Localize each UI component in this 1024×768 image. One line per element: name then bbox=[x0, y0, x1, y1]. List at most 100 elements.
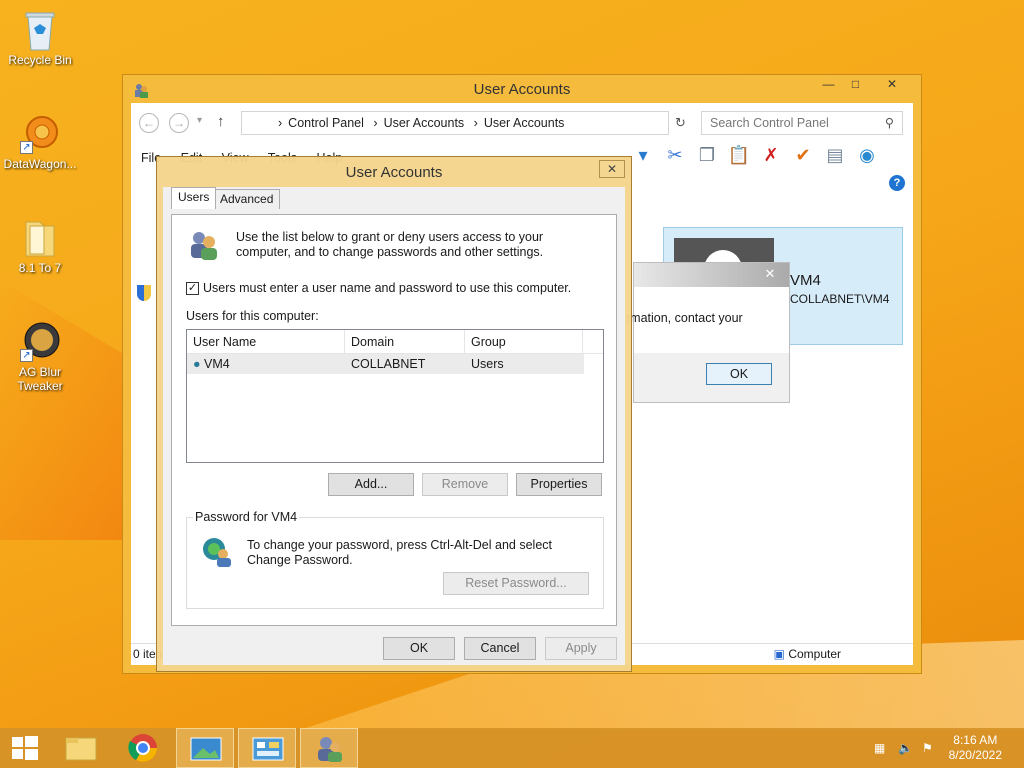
password-group: Password for VM4 To change your password… bbox=[186, 510, 604, 609]
list-header: User Name Domain Group bbox=[187, 330, 603, 354]
up-button[interactable]: ↑ bbox=[217, 113, 225, 130]
cell-group: Users bbox=[471, 357, 504, 371]
tab-advanced[interactable]: Advanced bbox=[213, 189, 281, 209]
remove-button[interactable]: Remove bbox=[422, 473, 508, 496]
shield-icon bbox=[137, 285, 151, 301]
help-icon[interactable]: ? bbox=[889, 175, 905, 191]
user-card-domain: COLLABNET\VM4 bbox=[790, 292, 890, 306]
properties-button[interactable]: Properties bbox=[516, 473, 602, 496]
user-icon: ● bbox=[193, 357, 201, 371]
volume-icon[interactable]: 🔈 bbox=[898, 741, 914, 755]
apply-button[interactable]: Apply bbox=[545, 637, 617, 660]
desktop-icon-label: DataWagon... bbox=[3, 157, 77, 171]
action-center-flag-icon[interactable]: ⚑ bbox=[922, 741, 938, 755]
column-header-user-name[interactable]: User Name bbox=[187, 330, 345, 353]
address-bar[interactable]: › Control Panel › User Accounts › User Acco… bbox=[241, 111, 669, 135]
checkbox-label: Users must enter a user name and passwor… bbox=[203, 281, 572, 295]
user-card-name: VM4 bbox=[790, 272, 821, 289]
shortcut-arrow-icon: ↗ bbox=[20, 141, 33, 154]
taskbar-file-explorer[interactable] bbox=[52, 728, 110, 768]
start-button[interactable] bbox=[0, 728, 58, 768]
paste-icon[interactable]: 📋 bbox=[727, 143, 751, 167]
dialog-titlebar[interactable]: User Accounts ✕ bbox=[157, 157, 631, 187]
taskbar-photos[interactable] bbox=[176, 728, 234, 768]
breadcrumb-user-accounts[interactable]: User Accounts bbox=[384, 116, 465, 130]
photos-icon bbox=[190, 737, 222, 761]
add-button[interactable]: Add... bbox=[328, 473, 414, 496]
dialog-content: Users Advanced Use the list below to gra… bbox=[163, 187, 625, 665]
desktop-icon-label: Recycle Bin bbox=[8, 53, 72, 67]
column-header-group[interactable]: Group bbox=[465, 330, 583, 353]
message-text: rmation, contact your bbox=[626, 311, 743, 325]
globe-icon[interactable]: ◉ bbox=[855, 143, 879, 167]
close-button[interactable]: ✕ bbox=[599, 160, 625, 178]
ok-button[interactable]: OK bbox=[706, 363, 772, 385]
address-separator-icon: › bbox=[373, 116, 378, 130]
desktop-icon-ag-blur-tweaker[interactable]: ↗ AG Blur Tweaker bbox=[0, 320, 80, 393]
require-password-checkbox[interactable]: ✓ Users must enter a user name and passw… bbox=[186, 281, 571, 295]
taskbar-control-panel[interactable] bbox=[238, 728, 296, 768]
folder-icon bbox=[20, 216, 60, 258]
search-icon: ⚲ bbox=[884, 116, 894, 130]
datawagon-icon: ↗ bbox=[20, 112, 60, 154]
breadcrumb-user-accounts-current[interactable]: User Accounts bbox=[484, 116, 565, 130]
refresh-icon[interactable]: ↻ bbox=[675, 115, 686, 131]
ok-button[interactable]: OK bbox=[383, 637, 455, 660]
taskbar-clock[interactable]: 8:16 AM 8/20/2022 bbox=[949, 733, 1002, 763]
desktop-icon-label: 8.1 To 7 bbox=[18, 261, 62, 275]
clock-time: 8:16 AM bbox=[953, 733, 998, 747]
users-list-label: Users for this computer: bbox=[186, 309, 319, 323]
ag-blur-tweaker-icon: ↗ bbox=[20, 320, 60, 362]
desktop-icon-recycle-bin[interactable]: Recycle Bin bbox=[0, 8, 80, 67]
file-explorer-icon bbox=[65, 737, 97, 761]
back-button[interactable]: ← bbox=[139, 113, 159, 133]
breadcrumb-control-panel[interactable]: Control Panel bbox=[288, 116, 364, 130]
password-group-title: Password for VM4 bbox=[193, 510, 300, 524]
user-name-text: VM4 bbox=[204, 357, 230, 371]
clock-date: 8/20/2022 bbox=[948, 748, 1002, 762]
close-button[interactable]: ✕ bbox=[757, 265, 783, 283]
recent-pages-dropdown[interactable]: ▾ bbox=[197, 115, 202, 126]
intro-text: Use the list below to grant or deny user… bbox=[236, 230, 544, 259]
cell-user-name: ● VM4 bbox=[187, 354, 345, 374]
status-computer: ▣ Computer bbox=[774, 644, 841, 664]
window-titlebar[interactable]: User Accounts — □ ✕ bbox=[123, 75, 921, 103]
status-computer-label: Computer bbox=[788, 647, 841, 661]
forward-button[interactable]: → bbox=[169, 113, 189, 133]
cell-domain: COLLABNET bbox=[351, 357, 426, 371]
address-separator-icon: › bbox=[473, 116, 478, 130]
column-header-domain[interactable]: Domain bbox=[345, 330, 465, 353]
copy-icon[interactable]: ❐ bbox=[695, 143, 719, 167]
taskbar-chrome[interactable] bbox=[114, 728, 172, 768]
cut-icon[interactable]: ✂ bbox=[663, 143, 687, 167]
tab-users[interactable]: Users bbox=[171, 187, 217, 209]
desktop-icon-datawagon[interactable]: ↗ DataWagon... bbox=[0, 112, 80, 171]
recycle-bin-icon bbox=[20, 8, 60, 51]
dropdown-icon[interactable]: ▾ bbox=[631, 143, 655, 167]
table-row[interactable]: ● VM4 COLLABNET Users bbox=[187, 354, 584, 374]
close-button[interactable]: ✕ bbox=[869, 75, 915, 95]
desktop-icon-8-1-to-7[interactable]: 8.1 To 7 bbox=[0, 216, 80, 275]
computer-icon: ▣ bbox=[773, 647, 785, 661]
address-separator-icon: › bbox=[278, 116, 283, 130]
taskbar: ▦ 🔈 ⚑ 8:16 AM 8/20/2022 bbox=[0, 728, 1024, 768]
shortcut-arrow-icon: ↗ bbox=[20, 349, 33, 362]
message-box: ✕ rmation, contact your OK bbox=[626, 262, 790, 403]
minimize-button[interactable]: — bbox=[815, 75, 842, 95]
taskbar-user-accounts[interactable] bbox=[300, 728, 358, 768]
user-accounts-dialog: User Accounts ✕ Users Advanced Use the l… bbox=[156, 156, 632, 672]
password-text: To change your password, press Ctrl-Alt-… bbox=[247, 538, 552, 567]
search-input[interactable]: Search Control Panel ⚲ bbox=[701, 111, 903, 135]
cancel-button[interactable]: Cancel bbox=[464, 637, 536, 660]
reset-password-button[interactable]: Reset Password... bbox=[443, 572, 589, 595]
users-list[interactable]: User Name Domain Group ● VM4 COLLABNET U… bbox=[186, 329, 604, 463]
checkmark-icon[interactable]: ✔ bbox=[791, 143, 815, 167]
message-box-titlebar[interactable]: ✕ bbox=[634, 263, 789, 287]
maximize-button[interactable]: □ bbox=[842, 75, 869, 95]
network-icon[interactable]: ▦ bbox=[874, 741, 890, 755]
properties-icon[interactable]: ▤ bbox=[823, 143, 847, 167]
address-row: ← → ▾ ↑ › Control Panel › User Accounts › U… bbox=[137, 111, 907, 135]
delete-icon[interactable]: ✗ bbox=[759, 143, 783, 167]
checkbox-check-icon[interactable]: ✓ bbox=[186, 281, 199, 295]
search-placeholder: Search Control Panel bbox=[710, 116, 829, 130]
